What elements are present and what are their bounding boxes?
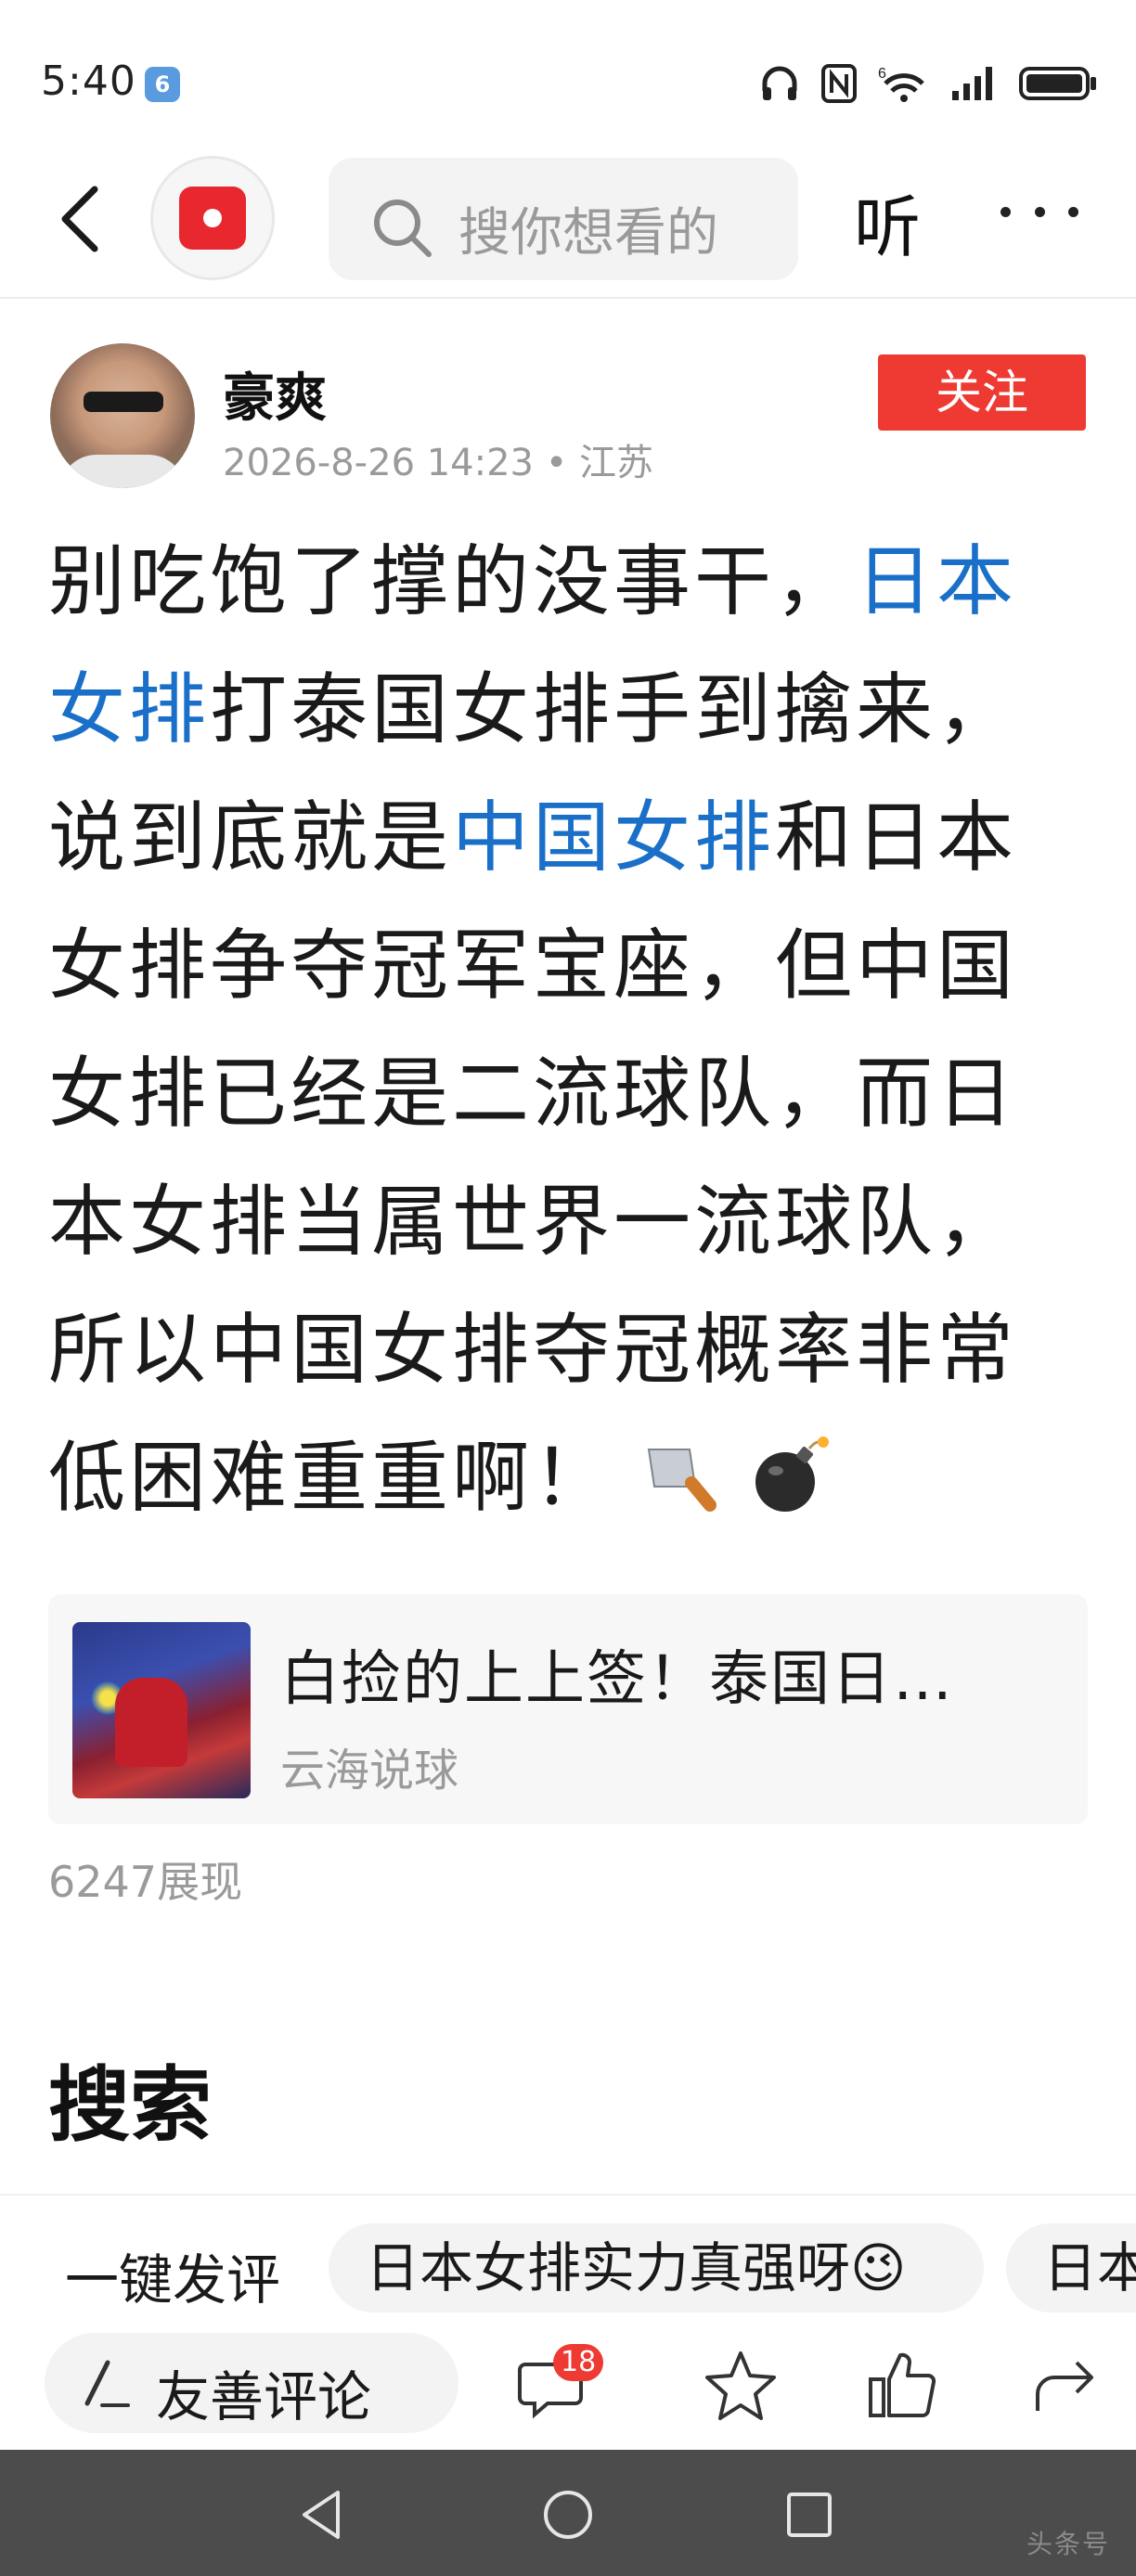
listen-button[interactable]: 听 bbox=[854, 173, 921, 270]
recents-square-icon[interactable] bbox=[781, 2487, 837, 2543]
home-circle-icon[interactable] bbox=[540, 2487, 596, 2543]
dot-icon bbox=[1034, 206, 1045, 217]
quick-comment-chip[interactable]: 日本 bbox=[1006, 2223, 1136, 2312]
post-meta: 2026-8-26 14:23 • 江苏 bbox=[223, 442, 654, 484]
author-name[interactable]: 豪爽 bbox=[223, 356, 327, 431]
chevron-left-icon bbox=[61, 186, 98, 252]
share-icon[interactable] bbox=[1028, 2348, 1103, 2422]
comment-placeholder: 友善评论 bbox=[156, 2365, 372, 2428]
like-icon[interactable] bbox=[865, 2348, 939, 2422]
search-placeholder: 搜你想看的 bbox=[458, 203, 718, 264]
star-icon[interactable] bbox=[702, 2348, 780, 2422]
avatar-shirt bbox=[59, 455, 186, 488]
article-thumbnail bbox=[72, 1622, 251, 1798]
logo-dot bbox=[203, 209, 222, 227]
wifi-icon: 6 bbox=[878, 66, 924, 102]
nfc-icon bbox=[821, 64, 857, 103]
topic-link-china-volleyball[interactable]: 中国女排 bbox=[452, 792, 775, 882]
post-text: 和日本女排争夺冠军宝座，但中国女排已经是二流球队，而日本女排当属世界一流球队，所… bbox=[48, 792, 1017, 1523]
post-body: 别吃饱了撑的没事干，日本女排打泰国女排手到擒来，说到底就是中国女排和日本女排争夺… bbox=[48, 518, 1097, 1542]
author-avatar[interactable] bbox=[50, 343, 195, 488]
watermark: 头条号 bbox=[1026, 2529, 1110, 2559]
signal-icon bbox=[952, 67, 992, 100]
comment-count-badge: 18 bbox=[553, 2344, 604, 2381]
dot-icon bbox=[1000, 206, 1011, 217]
search-section-heading: 搜索 bbox=[48, 2057, 213, 2153]
headphones-icon bbox=[762, 66, 797, 100]
back-triangle-icon[interactable] bbox=[295, 2487, 351, 2543]
divider bbox=[0, 2194, 1136, 2196]
dot-icon bbox=[1068, 206, 1078, 217]
svg-text:6: 6 bbox=[878, 66, 886, 82]
system-nav-bar: 头条号 bbox=[0, 2450, 1136, 2576]
view-count: 6247展现 bbox=[48, 1857, 243, 1907]
app-logo-button[interactable] bbox=[150, 156, 275, 280]
comment-input[interactable]: 友善评论 bbox=[45, 2333, 458, 2433]
notification-badge: 6 bbox=[145, 67, 180, 102]
back-button[interactable] bbox=[46, 182, 121, 256]
kitchen-knife-icon bbox=[648, 1449, 717, 1513]
status-bar: 5:40 6 6 bbox=[0, 0, 1136, 139]
search-input[interactable]: 搜你想看的 bbox=[329, 158, 798, 280]
bomb-icon bbox=[755, 1436, 829, 1513]
toutiao-logo-icon bbox=[179, 187, 246, 250]
pen-icon bbox=[84, 2360, 130, 2407]
avatar-sunglasses bbox=[84, 392, 163, 412]
top-nav: 搜你想看的 听 bbox=[0, 139, 1136, 299]
article-title: 白捡的上上签！泰国日… bbox=[280, 1645, 954, 1714]
follow-button[interactable]: 关注 bbox=[878, 354, 1086, 431]
more-options-button[interactable] bbox=[1000, 193, 1078, 230]
status-icons: 6 bbox=[759, 58, 1099, 109]
quick-comment-bar: 一键发评 日本女排实力真强呀😉 日本 bbox=[0, 2223, 1136, 2312]
battery-icon bbox=[1019, 67, 1096, 100]
status-time: 5:40 bbox=[41, 58, 136, 105]
linked-article-card[interactable]: 白捡的上上签！泰国日… 云海说球 bbox=[48, 1594, 1088, 1824]
article-source: 云海说球 bbox=[280, 1745, 459, 1797]
player-image bbox=[115, 1678, 187, 1767]
search-icon bbox=[374, 200, 432, 257]
bottom-toolbar: 友善评论 18 bbox=[0, 2329, 1136, 2450]
quick-comment-chip[interactable]: 日本女排实力真强呀😉 bbox=[329, 2223, 984, 2312]
quick-comment-label: 一键发评 bbox=[65, 2248, 281, 2312]
post-text: 别吃饱了撑的没事干， bbox=[48, 536, 856, 626]
